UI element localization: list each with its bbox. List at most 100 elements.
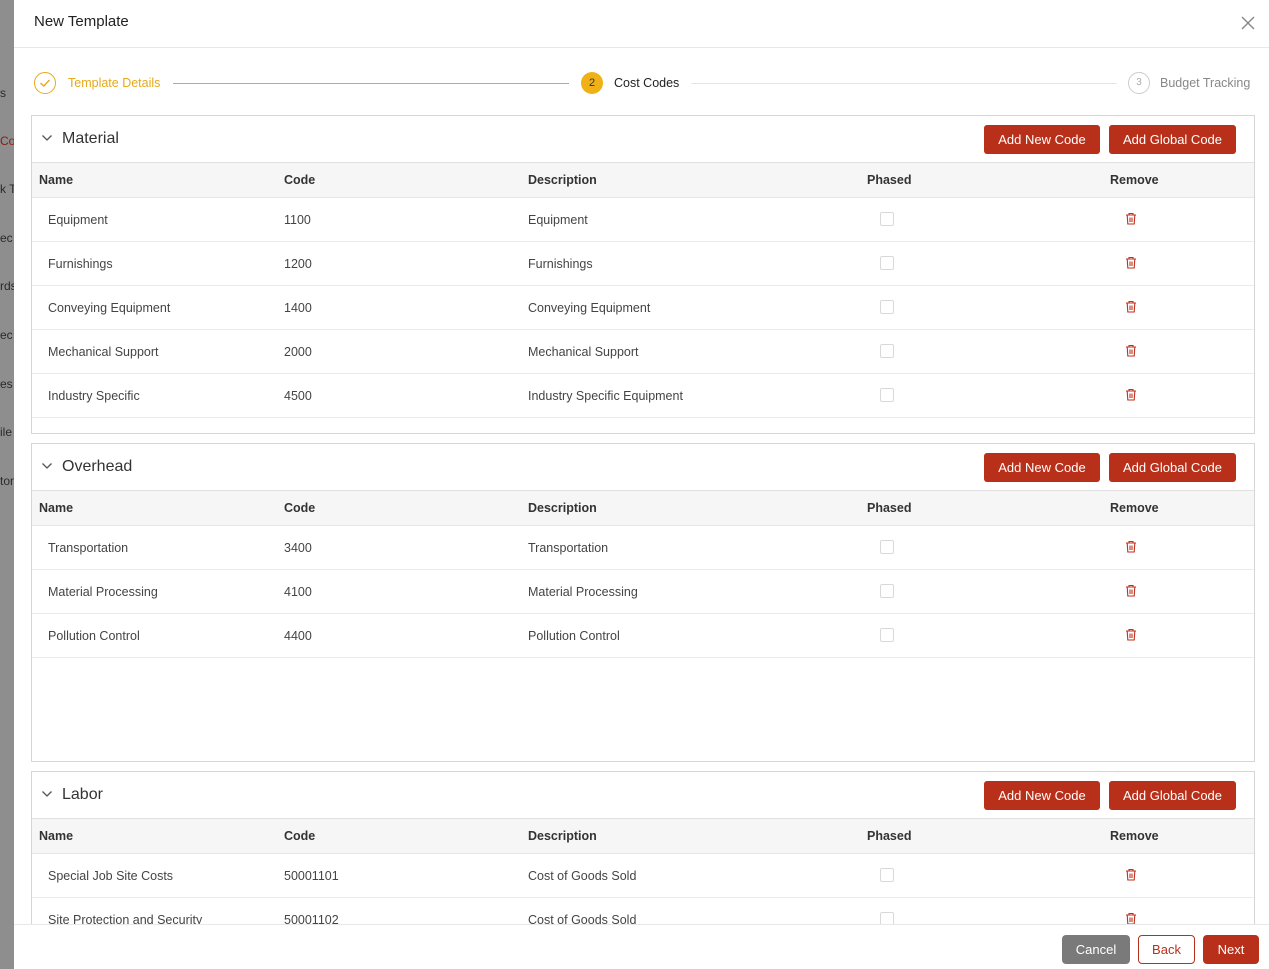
column-header-name: Name [39, 501, 74, 515]
bg-fragment: ec [0, 231, 13, 245]
section-header: Overhead Add New Code Add Global Code [32, 444, 1254, 491]
close-icon[interactable] [1239, 14, 1257, 32]
trash-icon[interactable] [1125, 584, 1137, 597]
cell-code: 50001101 [284, 869, 339, 883]
trash-icon[interactable] [1125, 388, 1137, 401]
table-row: Special Job Site Costs 50001101 Cost of … [32, 854, 1254, 898]
phased-checkbox[interactable] [880, 628, 894, 642]
add-global-code-button[interactable]: Add Global Code [1109, 453, 1236, 482]
phased-checkbox[interactable] [880, 584, 894, 598]
add-new-code-button[interactable]: Add New Code [984, 125, 1100, 154]
table-header: Name Code Description Phased Remove [32, 491, 1254, 526]
cell-code: 3400 [284, 541, 312, 555]
phased-checkbox[interactable] [880, 344, 894, 358]
table-row: Conveying Equipment 1400 Conveying Equip… [32, 286, 1254, 330]
step-connector [691, 83, 1117, 84]
column-header-code: Code [284, 501, 316, 515]
trash-icon[interactable] [1125, 912, 1137, 924]
cancel-button[interactable]: Cancel [1062, 935, 1130, 964]
trash-icon[interactable] [1125, 344, 1137, 357]
cell-description: Cost of Goods Sold [528, 869, 637, 883]
cell-code: 1200 [284, 257, 312, 271]
column-header-description: Description [528, 173, 597, 187]
phased-checkbox[interactable] [880, 300, 894, 314]
step-connector [173, 83, 569, 84]
chevron-down-icon[interactable] [41, 132, 53, 144]
phased-checkbox[interactable] [880, 212, 894, 226]
column-header-phased: Phased [867, 173, 912, 187]
cell-code: 2000 [284, 345, 312, 359]
phased-checkbox[interactable] [880, 256, 894, 270]
step-budget-tracking[interactable]: Budget Tracking [1160, 76, 1250, 90]
bg-fragment: Co [0, 134, 14, 148]
table-row: Furnishings 1200 Furnishings [32, 242, 1254, 286]
cell-description: Transportation [528, 541, 609, 555]
bg-fragment: k T [0, 182, 14, 196]
bg-fragment: rds [0, 279, 14, 293]
table-header: Name Code Description Phased Remove [32, 819, 1254, 854]
bg-fragment: ile [0, 425, 13, 439]
add-global-code-button[interactable]: Add Global Code [1109, 125, 1236, 154]
modal-header: New Template [14, 0, 1269, 48]
phased-checkbox[interactable] [880, 540, 894, 554]
phased-checkbox[interactable] [880, 912, 894, 924]
table-row: Transportation 3400 Transportation [32, 526, 1254, 570]
cell-name: Mechanical Support [48, 345, 159, 359]
cell-name: Material Processing [48, 585, 158, 599]
step-number-3: 3 [1128, 72, 1150, 94]
trash-icon[interactable] [1125, 212, 1137, 225]
cell-description: Equipment [528, 213, 588, 227]
cell-code: 1100 [284, 213, 311, 227]
cell-description: Pollution Control [528, 629, 620, 643]
column-header-remove: Remove [1110, 829, 1159, 843]
table-row: Site Protection and Security 50001102 Co… [32, 898, 1254, 924]
cell-code: 4400 [284, 629, 312, 643]
modal-title: New Template [34, 13, 129, 30]
bg-fragment: ec [0, 328, 13, 342]
section-header: Material Add New Code Add Global Code [32, 116, 1254, 163]
next-button[interactable]: Next [1203, 935, 1259, 964]
back-button[interactable]: Back [1138, 935, 1195, 964]
section-overhead: Overhead Add New Code Add Global Code Na… [31, 443, 1255, 762]
column-header-name: Name [39, 829, 74, 843]
section-material: Material Add New Code Add Global Code Na… [31, 115, 1255, 434]
trash-icon[interactable] [1125, 540, 1137, 553]
phased-checkbox[interactable] [880, 388, 894, 402]
chevron-down-icon[interactable] [41, 788, 53, 800]
phased-checkbox[interactable] [880, 868, 894, 882]
add-new-code-button[interactable]: Add New Code [984, 781, 1100, 810]
step-number-2: 2 [581, 72, 603, 94]
cell-code: 50001102 [284, 913, 339, 924]
trash-icon[interactable] [1125, 628, 1137, 641]
column-header-remove: Remove [1110, 501, 1159, 515]
column-header-phased: Phased [867, 501, 912, 515]
cell-name: Site Protection and Security [48, 913, 203, 924]
add-new-code-button[interactable]: Add New Code [984, 453, 1100, 482]
trash-icon[interactable] [1125, 868, 1137, 881]
column-header-description: Description [528, 829, 597, 843]
table-row: Mechanical Support 2000 Mechanical Suppo… [32, 330, 1254, 374]
stepper: Template Details 2 Cost Codes 3 Budget T… [34, 72, 1254, 96]
cell-name: Conveying Equipment [48, 301, 171, 315]
chevron-down-icon[interactable] [41, 460, 53, 472]
add-global-code-button[interactable]: Add Global Code [1109, 781, 1236, 810]
cell-name: Furnishings [48, 257, 113, 271]
new-template-modal: New Template Template Details 2 Cost Cod… [14, 0, 1269, 969]
column-header-code: Code [284, 829, 316, 843]
cell-name: Industry Specific [48, 389, 140, 403]
step-template-details[interactable]: Template Details [68, 76, 160, 90]
trash-icon[interactable] [1125, 300, 1137, 313]
bg-fragment: s [0, 86, 6, 100]
modal-footer: Cancel Back Next [14, 924, 1269, 969]
section-header: Labor Add New Code Add Global Code [32, 772, 1254, 819]
column-header-description: Description [528, 501, 597, 515]
background-page: s Co k T ec rds ec es ile ton [0, 0, 14, 969]
cell-name: Transportation [48, 541, 129, 555]
cell-description: Material Processing [528, 585, 638, 599]
table-row: Material Processing 4100 Material Proces… [32, 570, 1254, 614]
cell-description: Cost of Goods Sold [528, 913, 637, 924]
cell-name: Pollution Control [48, 629, 140, 643]
step-cost-codes[interactable]: Cost Codes [614, 76, 679, 90]
trash-icon[interactable] [1125, 256, 1137, 269]
cell-description: Industry Specific Equipment [528, 389, 683, 403]
